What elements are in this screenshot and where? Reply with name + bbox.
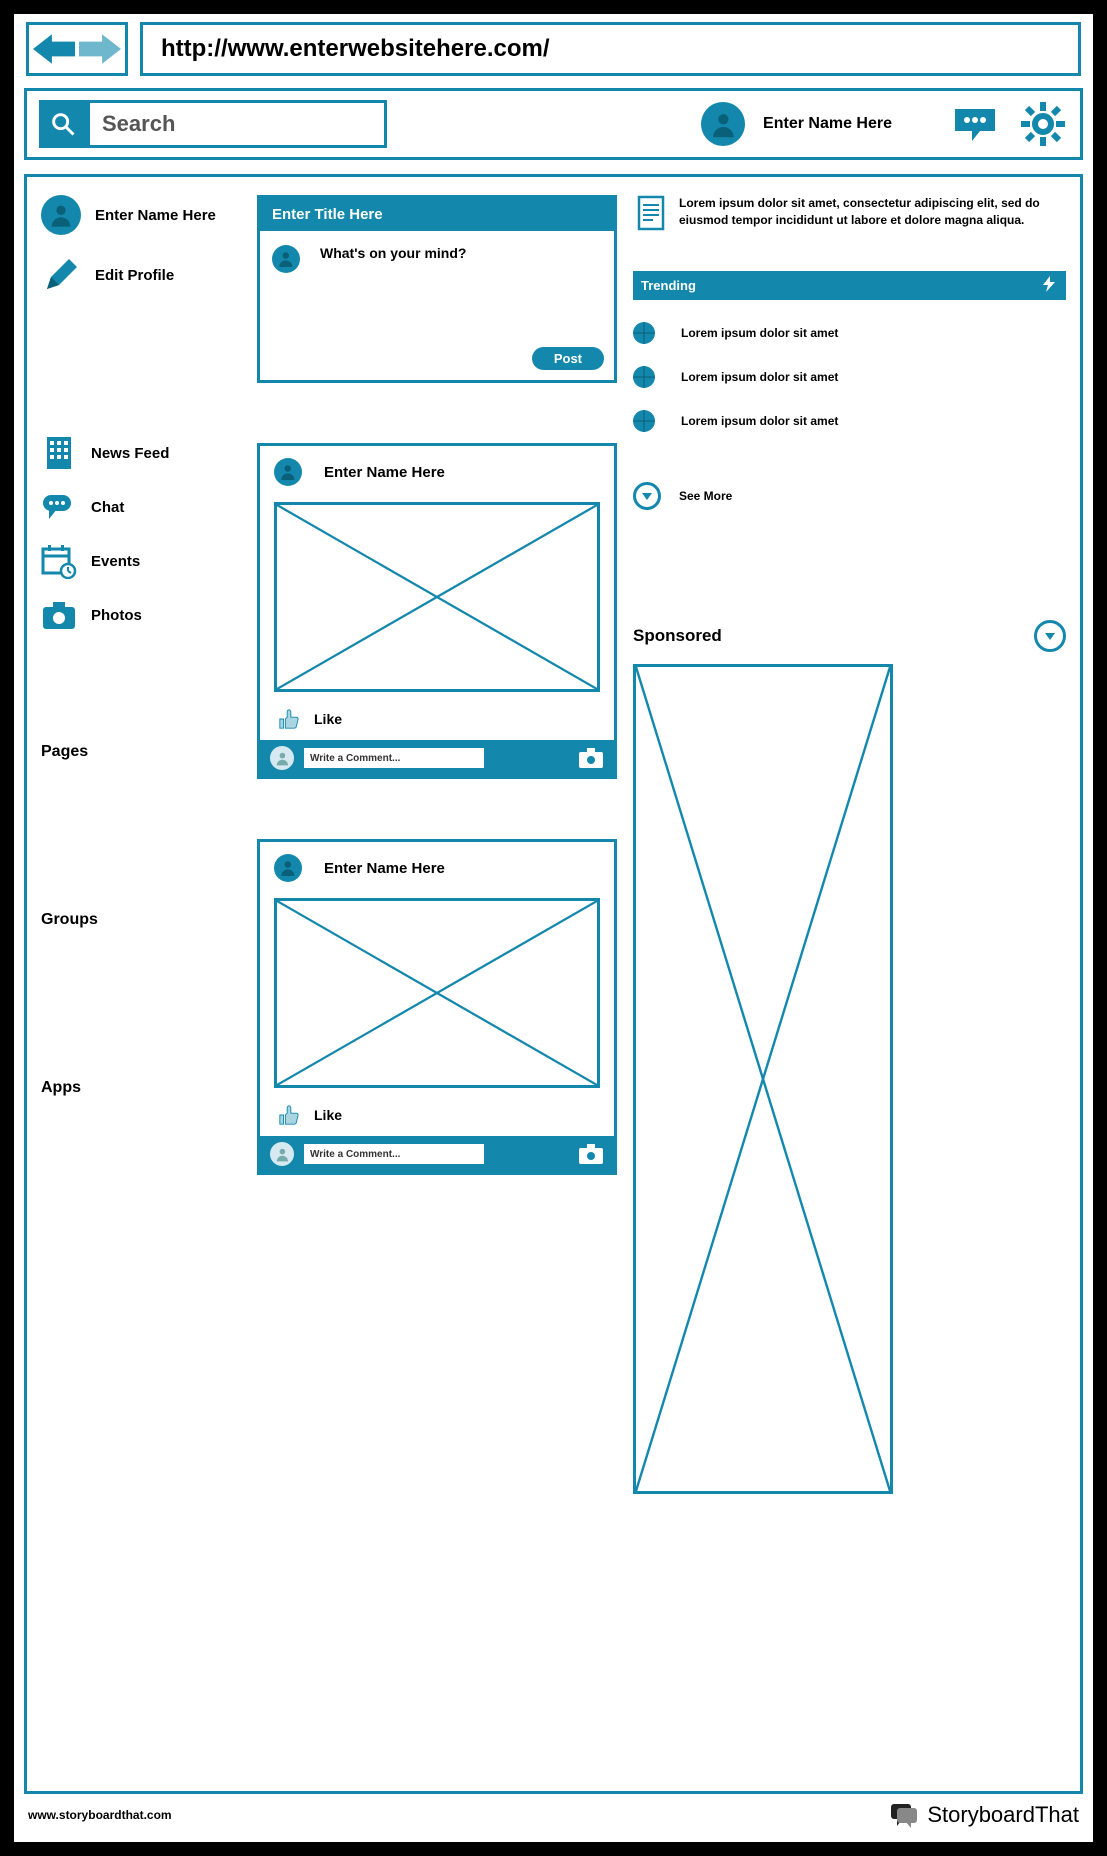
- edit-profile-link[interactable]: Edit Profile: [41, 255, 241, 295]
- right-sidebar: Lorem ipsum dolor sit amet, consectetur …: [633, 195, 1066, 1781]
- sidebar-item-label: Chat: [91, 499, 124, 516]
- feed-card: Enter Name Here Like Write a Comment...: [257, 839, 617, 1175]
- header-user-name: Enter Name Here: [763, 115, 892, 133]
- sidebar-item-newsfeed[interactable]: News Feed: [41, 435, 241, 471]
- comment-bar: Write a Comment...: [260, 1136, 614, 1172]
- sidebar-item-photos[interactable]: Photos: [41, 597, 241, 633]
- sponsored-title: Sponsored: [633, 626, 722, 646]
- building-icon: [41, 435, 77, 471]
- chat-bubble-icon: [41, 489, 77, 525]
- feed-author[interactable]: Enter Name Here: [324, 464, 445, 481]
- footer: www.storyboardthat.com StoryboardThat: [14, 1794, 1093, 1842]
- chevron-down-icon[interactable]: [1034, 620, 1066, 652]
- like-row[interactable]: Like: [260, 1098, 614, 1136]
- like-label: Like: [314, 711, 342, 727]
- notice-text: Lorem ipsum dolor sit amet, consectetur …: [679, 195, 1066, 231]
- thumbs-up-icon: [278, 1104, 300, 1126]
- search-input[interactable]: Search: [87, 100, 387, 148]
- trending-text: Lorem ipsum dolor sit amet: [681, 326, 838, 340]
- compose-title: Enter Title Here: [260, 198, 614, 231]
- image-placeholder: [274, 898, 600, 1088]
- footer-brand-2: That: [1035, 1802, 1079, 1827]
- sidebar-item-label: News Feed: [91, 445, 169, 462]
- messages-icon[interactable]: [950, 99, 1000, 149]
- comment-input[interactable]: Write a Comment...: [304, 1144, 484, 1164]
- comment-bar: Write a Comment...: [260, 740, 614, 776]
- avatar-icon: [274, 458, 302, 486]
- camera-icon[interactable]: [578, 1143, 604, 1165]
- footer-brand-1: Storyboard: [927, 1802, 1035, 1827]
- header-bar: Search Enter Name Here: [24, 88, 1083, 160]
- globe-icon: [633, 410, 655, 432]
- sidebar-nav: News Feed Chat Events: [41, 435, 241, 633]
- trending-header: Trending: [633, 271, 1066, 300]
- globe-icon: [633, 366, 655, 388]
- compose-box: Enter Title Here What's on your mind? Po…: [257, 195, 617, 383]
- gear-icon[interactable]: [1018, 99, 1068, 149]
- speech-bubble-icon: [889, 1800, 919, 1830]
- url-bar: http://www.enterwebsitehere.com/: [14, 14, 1093, 84]
- compose-prompt[interactable]: What's on your mind?: [320, 245, 466, 327]
- trending-text: Lorem ipsum dolor sit amet: [681, 370, 838, 384]
- sponsored-header: Sponsored: [633, 620, 1066, 652]
- like-row[interactable]: Like: [260, 702, 614, 740]
- camera-icon: [41, 597, 77, 633]
- main-content: Enter Name Here Edit Profile News Feed: [24, 174, 1083, 1794]
- nav-arrow-group: [26, 22, 128, 76]
- sidebar-profile-name: Enter Name Here: [95, 207, 216, 224]
- see-more-label: See More: [679, 489, 732, 503]
- globe-icon: [633, 322, 655, 344]
- notice-block: Lorem ipsum dolor sit amet, consectetur …: [633, 195, 1066, 231]
- sidebar-item-events[interactable]: Events: [41, 543, 241, 579]
- browser-window: http://www.enterwebsitehere.com/ Search …: [8, 8, 1099, 1848]
- footer-url: www.storyboardthat.com: [28, 1808, 172, 1822]
- sidebar-profile[interactable]: Enter Name Here: [41, 195, 241, 235]
- post-button[interactable]: Post: [532, 347, 604, 370]
- footer-logo: StoryboardThat: [889, 1800, 1079, 1830]
- sidebar-section-groups[interactable]: Groups: [41, 911, 241, 929]
- trending-title: Trending: [641, 278, 696, 293]
- avatar-icon: [274, 854, 302, 882]
- pencil-icon: [41, 255, 81, 295]
- see-more-link[interactable]: See More: [633, 482, 1066, 510]
- avatar-icon: [270, 1142, 294, 1166]
- trending-item[interactable]: Lorem ipsum dolor sit amet: [633, 322, 1066, 344]
- search-group: Search: [39, 100, 387, 148]
- search-icon[interactable]: [39, 100, 87, 148]
- forward-button[interactable]: [79, 32, 121, 66]
- sidebar-item-chat[interactable]: Chat: [41, 489, 241, 525]
- feed-card: Enter Name Here Like Write a Comment...: [257, 443, 617, 779]
- comment-input[interactable]: Write a Comment...: [304, 748, 484, 768]
- chevron-down-icon: [633, 482, 661, 510]
- feed-column: Enter Title Here What's on your mind? Po…: [257, 195, 617, 1781]
- like-label: Like: [314, 1107, 342, 1123]
- trending-text: Lorem ipsum dolor sit amet: [681, 414, 838, 428]
- sidebar-item-label: Photos: [91, 607, 142, 624]
- sponsored-placeholder: [633, 664, 893, 1494]
- avatar-icon: [41, 195, 81, 235]
- avatar-icon: [272, 245, 300, 273]
- thumbs-up-icon: [278, 708, 300, 730]
- edit-profile-label: Edit Profile: [95, 267, 174, 284]
- back-button[interactable]: [33, 32, 75, 66]
- left-sidebar: Enter Name Here Edit Profile News Feed: [41, 195, 241, 1781]
- avatar-icon[interactable]: [701, 102, 745, 146]
- avatar-icon: [270, 746, 294, 770]
- trending-item[interactable]: Lorem ipsum dolor sit amet: [633, 410, 1066, 432]
- calendar-icon: [41, 543, 77, 579]
- camera-icon[interactable]: [578, 747, 604, 769]
- feed-author[interactable]: Enter Name Here: [324, 860, 445, 877]
- url-input[interactable]: http://www.enterwebsitehere.com/: [140, 22, 1081, 76]
- sidebar-section-apps[interactable]: Apps: [41, 1079, 241, 1097]
- document-icon: [633, 195, 669, 231]
- sidebar-item-label: Events: [91, 553, 140, 570]
- sidebar-section-pages[interactable]: Pages: [41, 743, 241, 761]
- trending-item[interactable]: Lorem ipsum dolor sit amet: [633, 366, 1066, 388]
- image-placeholder: [274, 502, 600, 692]
- lightning-icon: [1040, 275, 1058, 296]
